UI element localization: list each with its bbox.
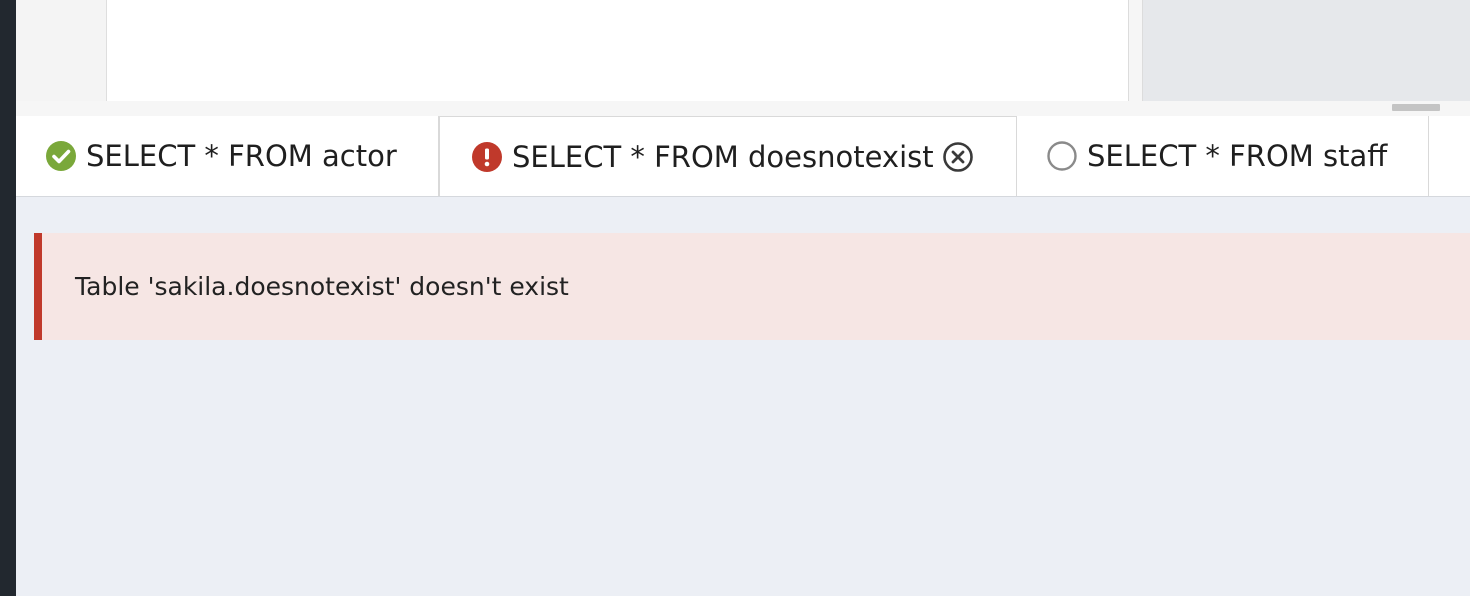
resize-handle[interactable] <box>1392 104 1440 111</box>
side-panel <box>1143 0 1470 101</box>
tabs-empty-space <box>1429 116 1470 196</box>
tab-label: SELECT * FROM staff <box>1087 139 1388 173</box>
editor-region <box>16 0 1470 116</box>
error-message: Table 'sakila.doesnotexist' doesn't exis… <box>75 272 569 301</box>
editor-scrollbar-track[interactable] <box>1129 0 1143 101</box>
error-alert: Table 'sakila.doesnotexist' doesn't exis… <box>34 233 1470 340</box>
close-tab-icon[interactable] <box>942 141 974 173</box>
tab-query-actor[interactable]: SELECT * FROM actor <box>16 116 439 196</box>
app-window: SELECT * FROM actor SELECT * FROM doesno… <box>0 0 1470 596</box>
tab-query-staff[interactable]: SELECT * FROM staff <box>1017 116 1429 196</box>
tab-label: SELECT * FROM doesnotexist <box>512 139 934 174</box>
error-circle-icon <box>472 141 502 172</box>
tab-label: SELECT * FROM actor <box>86 139 397 173</box>
tab-query-doesnotexist[interactable]: SELECT * FROM doesnotexist <box>439 116 1017 196</box>
left-rail <box>0 0 16 596</box>
editor-gutter <box>16 0 107 101</box>
results-pane: Table 'sakila.doesnotexist' doesn't exis… <box>16 197 1470 596</box>
sql-editor[interactable] <box>107 0 1129 101</box>
check-circle-icon <box>46 141 76 171</box>
query-tabs-bar: SELECT * FROM actor SELECT * FROM doesno… <box>16 116 1470 197</box>
empty-circle-icon <box>1047 141 1077 171</box>
